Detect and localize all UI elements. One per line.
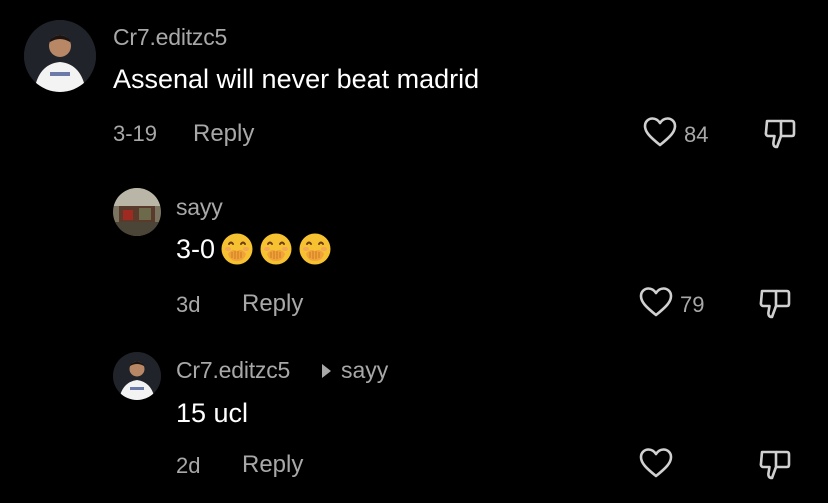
dislike-button[interactable]	[763, 116, 797, 155]
like-button[interactable]: 79	[638, 286, 704, 324]
comment-date: 3d	[176, 292, 201, 317]
emoji-face-with-hand-over-mouth-icon	[259, 232, 293, 266]
reply-button[interactable]: Reply	[242, 451, 303, 479]
like-button[interactable]: 84	[642, 116, 708, 154]
heart-icon	[638, 286, 674, 324]
heart-icon	[638, 447, 674, 485]
comment-text-value: 3-0	[176, 233, 216, 264]
like-count: 84	[684, 122, 709, 147]
reply-item: sayy 3-0 3d Reply 79	[0, 170, 828, 335]
dislike-button[interactable]	[758, 447, 792, 486]
comment-date: 2d	[176, 453, 201, 478]
reply-button[interactable]: Reply	[193, 120, 254, 148]
avatar-image	[24, 20, 96, 92]
reply-item: Cr7.editzc5 sayy 15 ucl 2d Reply	[0, 335, 828, 503]
like-count: 79	[680, 292, 705, 317]
avatar[interactable]	[113, 188, 161, 236]
dislike-button[interactable]	[758, 286, 792, 325]
comment-text: 3-0	[176, 232, 332, 266]
thumbs-down-icon	[758, 450, 792, 485]
comment-text: 15 ucl	[176, 398, 249, 428]
avatar[interactable]	[113, 352, 161, 400]
like-button[interactable]	[638, 447, 680, 485]
reply-button[interactable]: Reply	[242, 290, 303, 318]
reply-to-username[interactable]: sayy	[341, 357, 388, 384]
caret-right-icon	[322, 363, 331, 378]
thumbs-down-icon	[763, 119, 797, 154]
comment-item: Cr7.editzc5 Assenal will never beat madr…	[0, 0, 828, 170]
avatar-image	[113, 352, 161, 400]
heart-icon	[642, 116, 678, 154]
reply-to: sayy	[322, 357, 388, 384]
comment-date: 3-19	[113, 121, 158, 146]
avatar-image	[113, 188, 161, 236]
username[interactable]: Cr7.editzc5	[176, 357, 290, 384]
emoji-face-with-hand-over-mouth-icon	[298, 232, 332, 266]
emoji-face-with-hand-over-mouth-icon	[220, 232, 254, 266]
avatar[interactable]	[24, 20, 96, 92]
username[interactable]: sayy	[176, 194, 223, 221]
username[interactable]: Cr7.editzc5	[113, 24, 227, 51]
comment-text: Assenal will never beat madrid	[113, 64, 480, 94]
thumbs-down-icon	[758, 289, 792, 324]
